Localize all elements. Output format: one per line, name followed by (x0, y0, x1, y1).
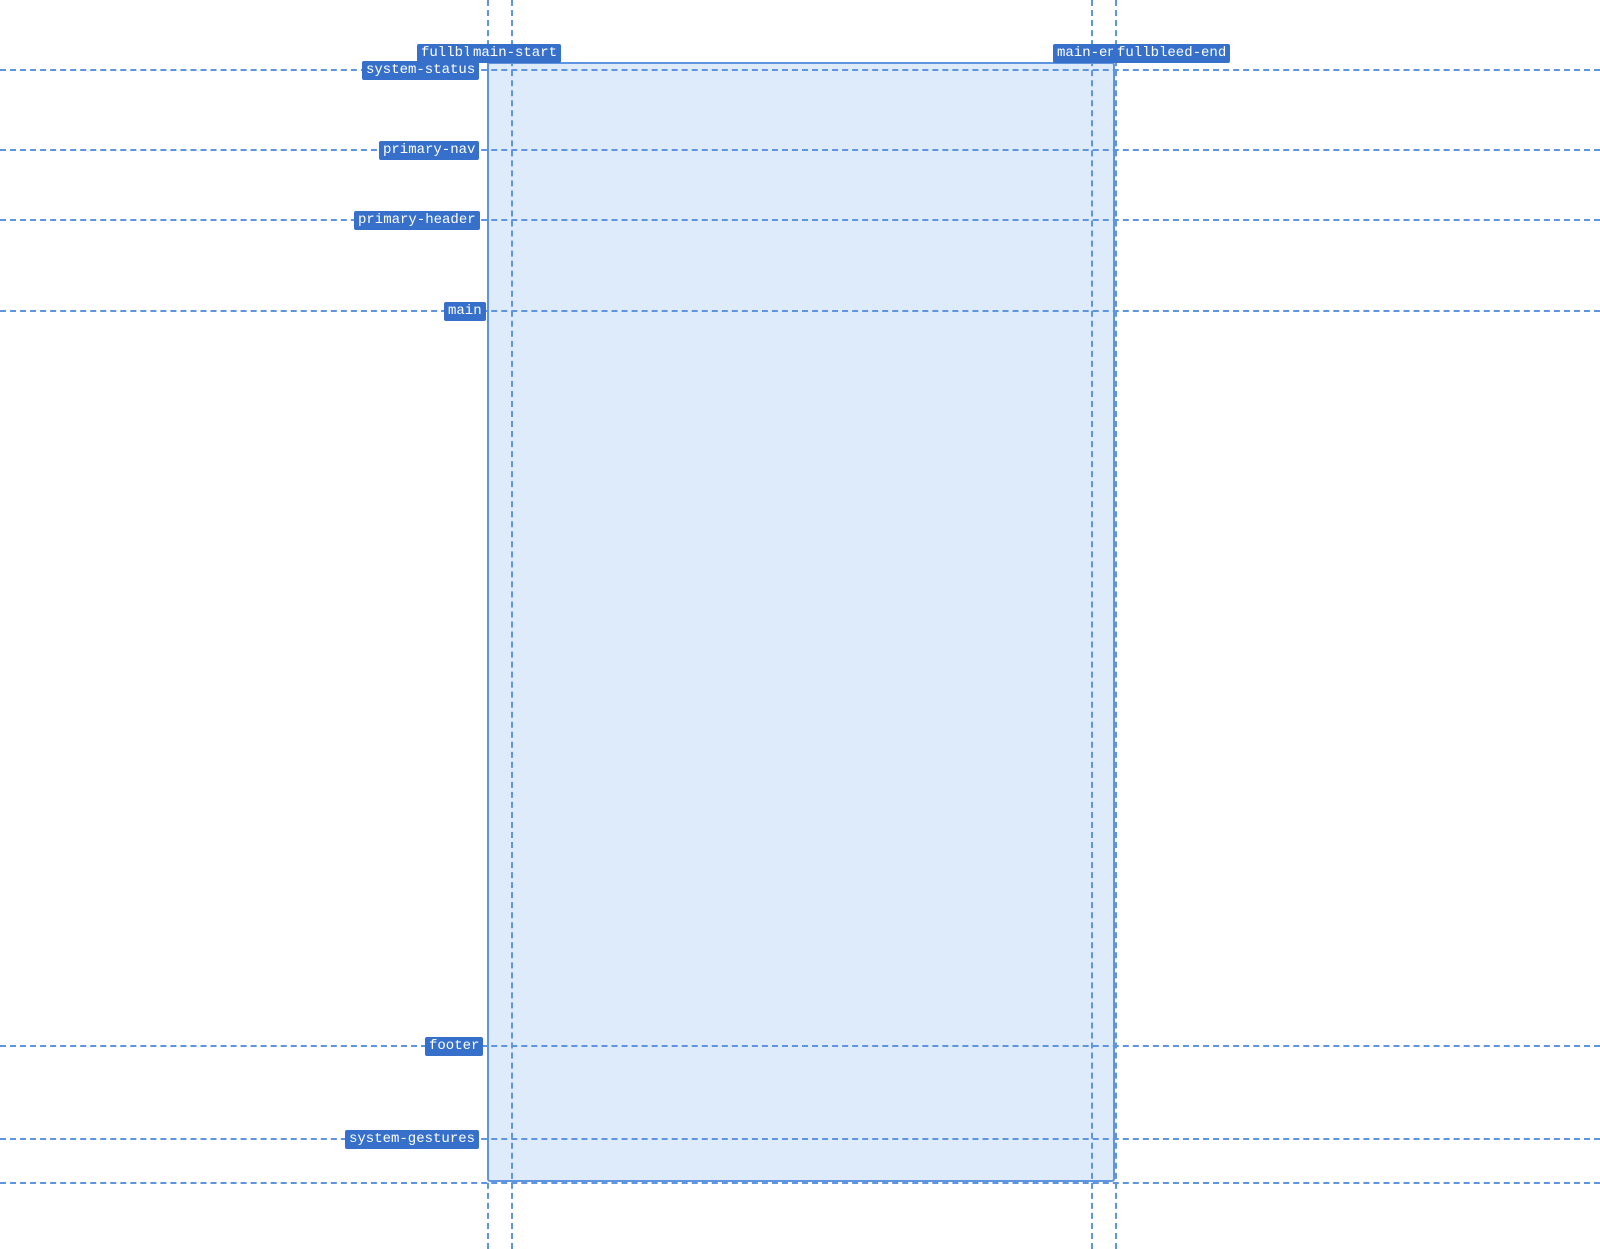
row-line-system-status (0, 69, 1600, 71)
row-label-main: main (444, 302, 486, 321)
column-label-fullbleed-end: fullbleed-end (1113, 44, 1230, 63)
column-line-main-start (511, 0, 513, 1249)
row-label-system-status: system-status (362, 61, 479, 80)
row-label-system-gestures: system-gestures (345, 1130, 479, 1149)
column-line-main-end (1091, 0, 1093, 1249)
row-line-main (0, 310, 1600, 312)
row-line-primary-header (0, 219, 1600, 221)
column-label-main-start: main-start (469, 44, 561, 63)
row-label-primary-header: primary-header (354, 211, 480, 230)
row-line-footer (0, 1045, 1600, 1047)
row-line-system-gestures (0, 1138, 1600, 1140)
row-label-footer: footer (425, 1037, 483, 1056)
column-line-fullbleed-start (487, 0, 489, 1249)
grid-diagram-canvas: fullbleed-start main-start main-end full… (0, 0, 1600, 1249)
layout-container-rect (487, 62, 1115, 1182)
column-line-fullbleed-end (1115, 0, 1117, 1249)
row-line-bottom (0, 1182, 1600, 1184)
row-line-primary-nav (0, 149, 1600, 151)
row-label-primary-nav: primary-nav (379, 141, 479, 160)
